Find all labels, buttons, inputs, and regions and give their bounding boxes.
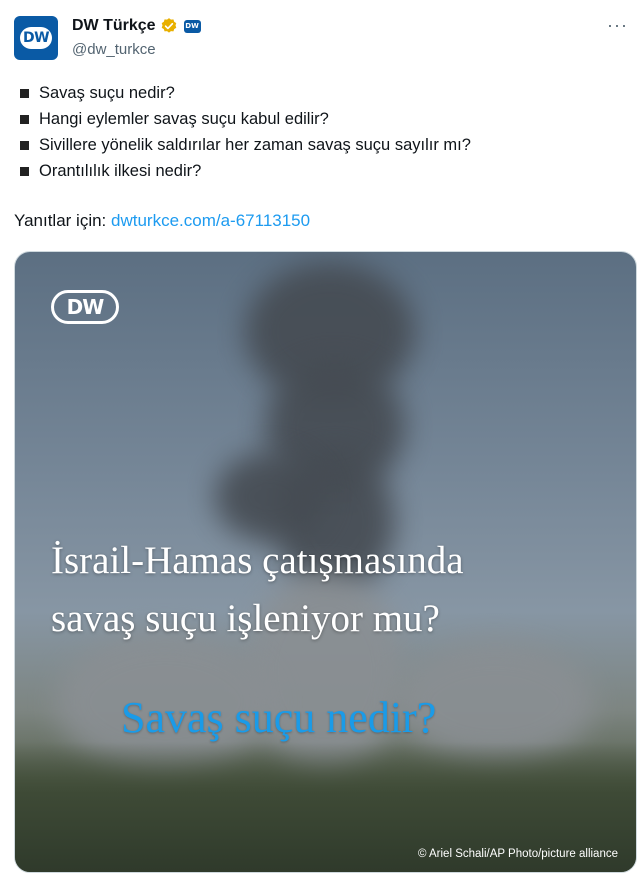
image-headline: İsrail-Hamas çatışmasında savaş suçu işl…	[51, 532, 621, 648]
list-item: Hangi eylemler savaş suçu kabul edilir?	[20, 106, 471, 132]
dw-avatar-logo: DW	[20, 27, 52, 49]
affiliate-badge[interactable]: DW	[183, 19, 201, 33]
list-item: Orantılılık ilkesi nedir?	[20, 158, 471, 184]
bullet-icon	[20, 88, 29, 98]
bullet-text: Hangi eylemler savaş suçu kabul edilir?	[39, 110, 329, 128]
tweet-image[interactable]: DW İsrail-Hamas çatışmasında savaş suçu …	[14, 251, 637, 873]
dw-logo: DW	[51, 290, 119, 324]
bullet-icon	[20, 166, 29, 176]
tweet-header: DW DW Türkçe DW @dw_turkce ···	[14, 14, 634, 62]
verified-icon	[161, 18, 176, 33]
list-item: Savaş suçu nedir?	[20, 80, 471, 106]
headline-line: İsrail-Hamas çatışmasında	[51, 539, 464, 582]
bullet-list: Savaş suçu nedir? Hangi eylemler savaş s…	[20, 80, 471, 184]
display-name[interactable]: DW Türkçe	[72, 17, 156, 35]
bullet-text: Savaş suçu nedir?	[39, 84, 175, 102]
name-row: DW Türkçe DW	[72, 17, 201, 35]
bullet-text: Sivillere yönelik saldırılar her zaman s…	[39, 136, 471, 154]
handle[interactable]: @dw_turkce	[72, 41, 156, 58]
bullet-text: Orantılılık ilkesi nedir?	[39, 162, 202, 180]
image-subheadline: Savaş suçu nedir?	[121, 693, 437, 742]
avatar[interactable]: DW	[14, 16, 58, 60]
article-link[interactable]: dwturkce.com/a-67113150	[111, 211, 310, 230]
answers-label: Yanıtlar için:	[14, 211, 107, 230]
photo-credit: © Ariel Schali/AP Photo/picture alliance	[417, 848, 618, 860]
smoke-cloud	[215, 452, 325, 542]
answers-line: Yanıtlar için: dwturkce.com/a-67113150	[14, 211, 310, 231]
list-item: Sivillere yönelik saldırılar her zaman s…	[20, 132, 471, 158]
bullet-icon	[20, 140, 29, 150]
bullet-icon	[20, 114, 29, 124]
more-icon[interactable]: ···	[607, 16, 628, 34]
headline-line: savaş suçu işleniyor mu?	[51, 597, 440, 640]
